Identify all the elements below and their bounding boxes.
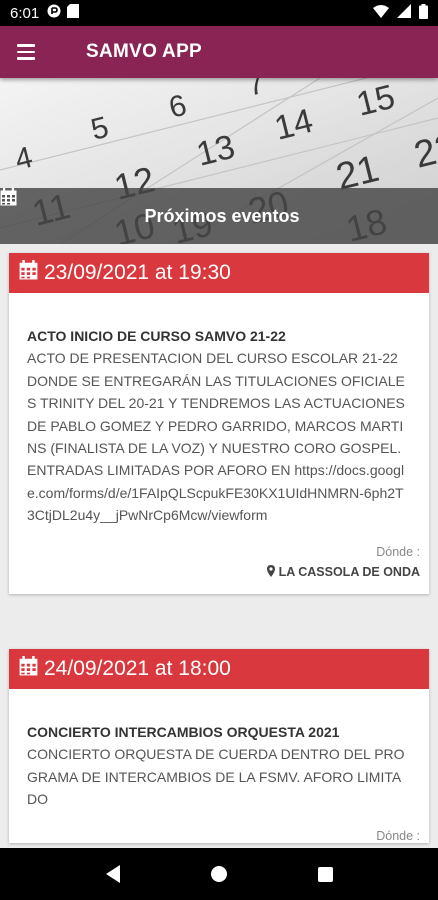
event-description: ACTO DE PRESENTACION DEL CURSO ESCOLAR 2… xyxy=(27,350,405,524)
hero-banner: 4 5 6 7 13 14 15 12 11 10 21 22 20 19 18… xyxy=(0,78,438,244)
app-bar: SAMVO APP xyxy=(0,26,438,78)
status-bar: 6:01 xyxy=(0,0,438,26)
menu-icon[interactable] xyxy=(0,26,52,78)
events-list[interactable]: 23/09/2021 at 19:30 ACTO INICIO DE CURSO… xyxy=(0,244,438,848)
bg-number: 4 xyxy=(12,141,36,177)
event-title: ACTO INICIO DE CURSO SAMVO 21-22 xyxy=(27,328,286,344)
calendar-icon xyxy=(19,260,38,286)
event-card[interactable]: 24/09/2021 at 18:00 CONCIERTO INTERCAMBI… xyxy=(9,649,429,843)
battery-icon xyxy=(419,3,428,23)
bg-number: 7 xyxy=(244,78,268,103)
event-date-time: 23/09/2021 at 19:30 xyxy=(44,261,231,284)
bg-number: 22 xyxy=(410,126,438,177)
event-where-label: Dónde : xyxy=(376,544,420,559)
bg-number: 14 xyxy=(271,102,317,148)
event-card[interactable]: 23/09/2021 at 19:30 ACTO INICIO DE CURSO… xyxy=(9,253,429,594)
event-date-header: 24/09/2021 at 18:00 xyxy=(9,649,429,689)
wifi-icon xyxy=(373,4,389,22)
home-icon[interactable] xyxy=(210,866,227,882)
event-location: LA CASSOLA DE ONDA xyxy=(9,559,429,594)
notification-icon xyxy=(47,4,61,22)
event-where-label: Dónde : xyxy=(376,828,420,843)
calendar-icon xyxy=(19,656,38,682)
event-place: LA CASSOLA DE ONDA xyxy=(278,565,420,580)
event-description: CONCIERTO ORQUESTA DE CUERDA DENTRO DEL … xyxy=(27,746,405,808)
signal-icon xyxy=(397,4,411,22)
bg-number: 5 xyxy=(88,111,112,147)
map-marker-icon xyxy=(266,564,275,580)
event-date-time: 24/09/2021 at 18:00 xyxy=(44,657,231,680)
event-date-header: 23/09/2021 at 19:30 xyxy=(9,253,429,293)
app-title: SAMVO APP xyxy=(86,41,203,62)
bg-number: 15 xyxy=(353,78,399,124)
section-header: Próximos eventos xyxy=(0,188,438,244)
recent-apps-icon[interactable] xyxy=(317,866,333,882)
back-icon[interactable] xyxy=(105,865,120,883)
event-title: CONCIERTO INTERCAMBIOS ORQUESTA 2021 xyxy=(27,724,340,740)
status-time: 6:01 xyxy=(10,4,40,22)
sd-card-icon xyxy=(67,4,80,22)
system-nav-bar xyxy=(0,848,438,900)
section-title: Próximos eventos xyxy=(144,205,300,226)
bg-number: 6 xyxy=(166,89,190,125)
